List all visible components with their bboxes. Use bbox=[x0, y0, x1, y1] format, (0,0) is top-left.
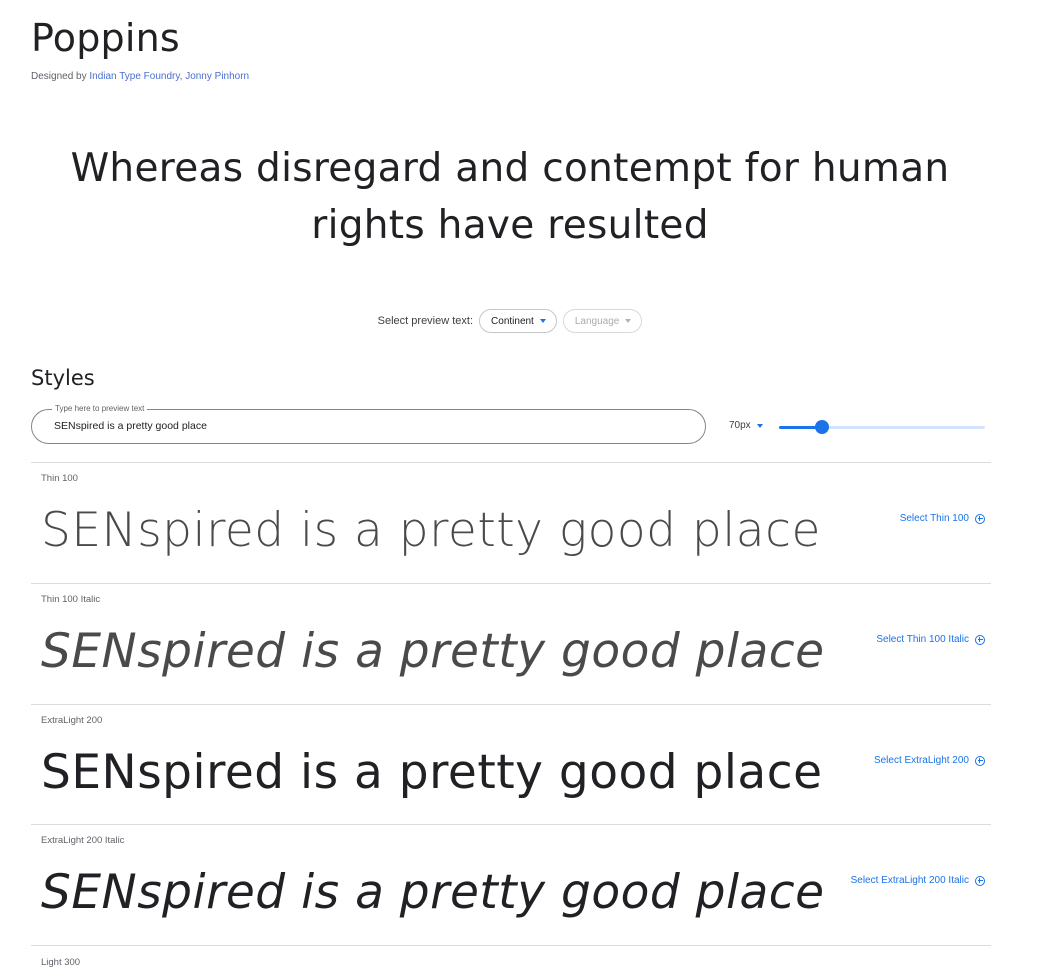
designed-by-label: Designed by bbox=[31, 71, 90, 82]
continent-dropdown[interactable]: Continent bbox=[479, 309, 557, 333]
select-style-button[interactable]: Select ExtraLight 200 Italic bbox=[851, 875, 985, 886]
style-name: Light 300 bbox=[41, 957, 81, 968]
select-style-label: Select ExtraLight 200 Italic bbox=[850, 875, 969, 886]
select-style-label: Select Thin 100 Italic bbox=[876, 634, 969, 645]
style-name: Thin 100 bbox=[41, 473, 78, 484]
style-name: ExtraLight 200 Italic bbox=[41, 835, 125, 846]
chevron-down-icon bbox=[625, 319, 632, 323]
designer-link-itf[interactable]: Indian Type Foundry bbox=[89, 71, 179, 82]
select-style-button[interactable]: Select Thin 100 bbox=[900, 513, 985, 524]
preview-text-label: Select preview text: bbox=[377, 315, 474, 327]
language-dropdown[interactable]: Language bbox=[562, 309, 643, 333]
slider-thumb[interactable] bbox=[815, 420, 830, 434]
preview-text-input[interactable] bbox=[52, 419, 656, 433]
continent-dropdown-label: Continent bbox=[491, 315, 534, 327]
add-circle-icon bbox=[975, 875, 985, 886]
style-row-extralight-200: ExtraLight 200 SENspired is a pretty goo… bbox=[31, 704, 991, 825]
chevron-down-icon bbox=[539, 319, 546, 323]
styles-heading: Styles bbox=[31, 366, 95, 390]
style-name: Thin 100 Italic bbox=[41, 594, 101, 605]
font-size-slider[interactable] bbox=[779, 420, 985, 434]
select-style-label: Select ExtraLight 200 bbox=[873, 755, 969, 766]
add-circle-icon bbox=[975, 755, 985, 766]
hero-preview-text: Whereas disregard and contempt for human… bbox=[70, 146, 950, 248]
preview-text-field: Type here to preview text bbox=[31, 404, 706, 444]
style-sample: SENspired is a pretty good place bbox=[41, 745, 823, 800]
chevron-down-icon bbox=[756, 423, 763, 428]
add-circle-icon bbox=[975, 513, 985, 524]
language-dropdown-label: Language bbox=[574, 315, 620, 327]
select-style-label: Select Thin 100 bbox=[899, 513, 969, 524]
select-style-button[interactable]: Select ExtraLight 200 bbox=[874, 755, 985, 766]
select-style-button[interactable]: Select Thin 100 Italic bbox=[876, 634, 985, 645]
font-size-value: 70px bbox=[729, 420, 751, 431]
style-sample: SENspired is a pretty good place bbox=[41, 865, 825, 920]
style-row-thin-100: Thin 100 SENspired is a pretty good plac… bbox=[31, 462, 991, 583]
style-row-light-300: Light 300 bbox=[31, 945, 991, 968]
font-size-dropdown[interactable]: 70px bbox=[729, 420, 763, 431]
preview-text-field-label: Type here to preview text bbox=[52, 404, 148, 413]
add-circle-icon bbox=[975, 634, 985, 645]
designer-link-jonny[interactable]: Jonny Pinhorn bbox=[185, 71, 249, 82]
style-sample: SENspired is a pretty good place bbox=[41, 624, 825, 679]
style-row-extralight-200-italic: ExtraLight 200 Italic SENspired is a pre… bbox=[31, 824, 991, 945]
font-title: Poppins bbox=[31, 16, 180, 60]
designer-credits: Designed by Indian Type Foundry, Jonny P… bbox=[31, 71, 249, 82]
style-sample: SENspired is a pretty good place bbox=[41, 503, 821, 558]
preview-text-selector: Select preview text: Continent Language bbox=[0, 309, 1020, 333]
style-row-thin-100-italic: Thin 100 Italic SENspired is a pretty go… bbox=[31, 583, 991, 704]
style-name: ExtraLight 200 bbox=[41, 715, 103, 726]
